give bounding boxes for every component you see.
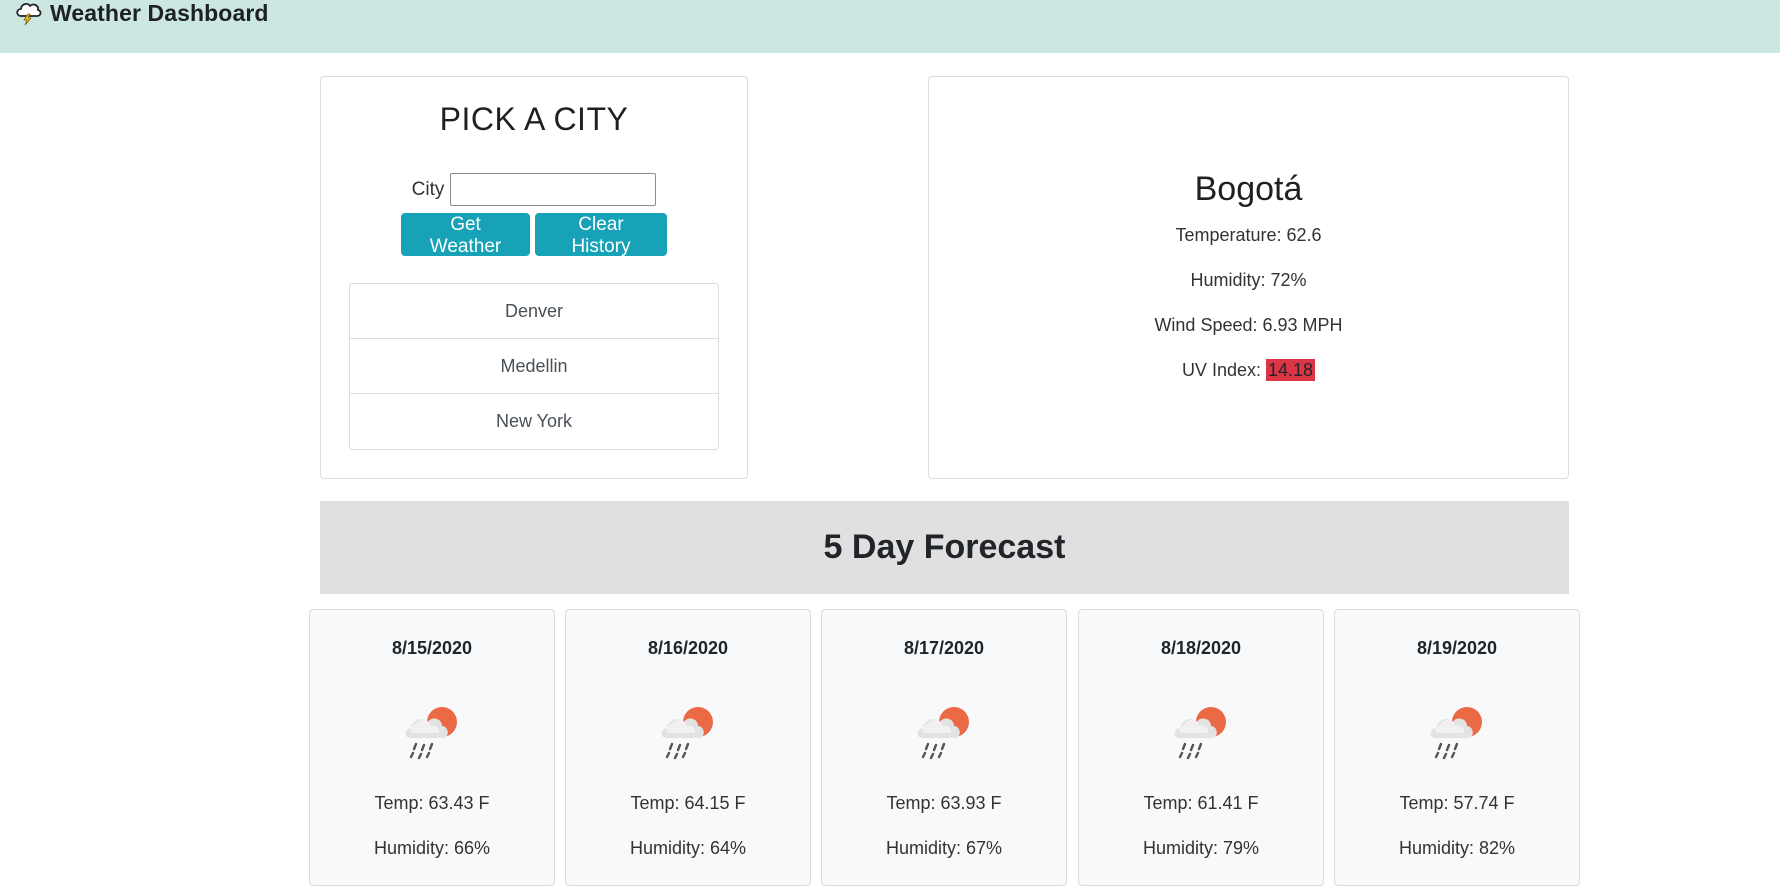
cloud-lightning-icon — [16, 2, 42, 26]
navbar: Weather Dashboard — [0, 0, 1780, 53]
rain-sun-icon — [660, 705, 715, 760]
current-city-name: Bogotá — [1194, 170, 1303, 208]
current-wind-speed: Wind Speed: 6.93 MPH — [1154, 315, 1343, 335]
city-label: City — [411, 178, 445, 200]
forecast-temp: Temp: 63.43 F — [374, 793, 490, 813]
rain-sun-icon — [404, 705, 459, 760]
forecast-date: 8/17/2020 — [903, 638, 985, 658]
current-temperature: Temperature: 62.6 — [1175, 225, 1322, 245]
city-search-card: PICK A CITY City Get Weather Clear Histo… — [320, 76, 748, 479]
forecast-date: 8/15/2020 — [391, 638, 473, 658]
history-item-medellin[interactable]: Medellin — [350, 339, 718, 394]
app-title: Weather Dashboard — [50, 0, 269, 26]
forecast-temp: Temp: 61.41 F — [1143, 793, 1259, 813]
button-row: Get Weather Clear History — [321, 213, 747, 257]
forecast-date: 8/18/2020 — [1160, 638, 1242, 658]
forecast-temp: Temp: 64.15 F — [630, 793, 746, 813]
history-item-new-york[interactable]: New York — [350, 394, 718, 449]
get-weather-button[interactable]: Get Weather — [401, 213, 530, 257]
current-uv-index: UV Index: 14.18 — [929, 359, 1568, 381]
search-title: PICK A CITY — [439, 101, 629, 137]
forecast-day-card: 8/17/2020 Temp: 63.93 F Humidity: 67% — [821, 609, 1067, 886]
current-humidity: Humidity: 72% — [1190, 270, 1307, 290]
forecast-day-card: 8/16/2020 Temp: 64.15 F Humidity: 64% — [565, 609, 811, 886]
rain-sun-icon — [1429, 705, 1484, 760]
current-weather-card: Bogotá Temperature: 62.6 Humidity: 72% W… — [928, 76, 1569, 479]
forecast-temp: Temp: 57.74 F — [1399, 793, 1515, 813]
brand: Weather Dashboard — [14, 0, 269, 26]
forecast-humidity: Humidity: 82% — [1398, 838, 1516, 858]
forecast-header: 5 Day Forecast — [320, 501, 1569, 594]
forecast-date: 8/16/2020 — [647, 638, 729, 658]
rain-sun-icon — [1173, 705, 1228, 760]
forecast-humidity: Humidity: 64% — [629, 838, 747, 858]
city-row: City — [321, 173, 747, 206]
rain-sun-icon — [916, 705, 971, 760]
uv-index-label: UV Index: — [1181, 360, 1261, 380]
city-input[interactable] — [450, 173, 657, 206]
forecast-humidity: Humidity: 66% — [373, 838, 491, 858]
uv-index-badge: 14.18 — [1266, 359, 1316, 381]
forecast-day-card: 8/18/2020 Temp: 61.41 F Humidity: 79% — [1078, 609, 1324, 886]
clear-history-button[interactable]: Clear History — [535, 213, 667, 257]
forecast-title: 5 Day Forecast — [823, 528, 1066, 566]
forecast-day-card: 8/15/2020 Temp: 63.43 F Humidity: 66% — [309, 609, 555, 886]
forecast-humidity: Humidity: 79% — [1142, 838, 1260, 858]
forecast-date: 8/19/2020 — [1416, 638, 1498, 658]
forecast-temp: Temp: 63.93 F — [886, 793, 1002, 813]
forecast-day-card: 8/19/2020 Temp: 57.74 F Humidity: 82% — [1334, 609, 1580, 886]
forecast-humidity: Humidity: 67% — [885, 838, 1003, 858]
history-item-denver[interactable]: Denver — [350, 284, 718, 339]
search-history-list: Denver Medellin New York — [349, 283, 719, 450]
